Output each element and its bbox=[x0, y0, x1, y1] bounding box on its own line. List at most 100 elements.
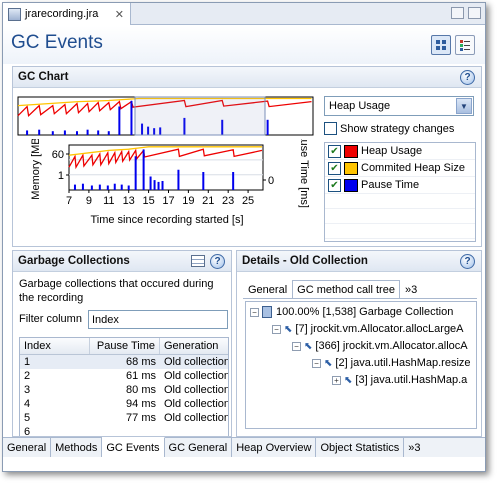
cell-pause-time: 68 ms bbox=[126, 356, 156, 368]
cell-pause-time: 80 ms bbox=[126, 384, 156, 396]
pause-time-bar bbox=[106, 185, 109, 190]
legend-checkbox[interactable]: ✔ bbox=[328, 178, 341, 192]
filter-column-input[interactable]: Index bbox=[88, 310, 228, 329]
gc-main-chart[interactable]: 7 9 11 13 15 17 19 21 23 25 60 1 0 Time since recordi… bbox=[13, 139, 313, 247]
pause-time-bar bbox=[134, 156, 137, 190]
column-header-index[interactable]: Index bbox=[20, 338, 90, 354]
cell-pause-time: 94 ms bbox=[126, 398, 156, 410]
tabs-overflow-button[interactable]: »3 bbox=[400, 281, 422, 298]
bottom-tab-bar: General Methods GC Events GC General Hea… bbox=[3, 437, 485, 457]
column-header-pause-time[interactable]: Pause Time bbox=[90, 338, 160, 354]
recording-file-icon bbox=[8, 7, 21, 21]
cell-pause-time bbox=[90, 425, 160, 436]
legend-empty-row bbox=[325, 194, 475, 209]
tab-gc-general[interactable]: GC General bbox=[165, 438, 233, 457]
pause-time-bar bbox=[81, 183, 84, 190]
gc-chart-section: GC Chart ? 7 9 11 13 15 17 19 21 23 25 60 1 0 Time si… bbox=[12, 66, 482, 247]
legend-label: Heap Usage bbox=[361, 145, 423, 157]
tab-gc-events[interactable]: GC Events bbox=[102, 437, 165, 457]
tab-gc-method-call-tree[interactable]: GC method call tree bbox=[292, 280, 400, 298]
tab-general[interactable]: General bbox=[3, 438, 52, 457]
y-tick-label: 60 bbox=[52, 149, 64, 161]
tab-heap-overview[interactable]: Heap Overview bbox=[232, 438, 317, 457]
tab-general[interactable]: General bbox=[243, 281, 292, 298]
tree-node-root[interactable]: − 100.00% [1,538] Garbage Collection bbox=[250, 304, 453, 320]
legend-item-committed-heap[interactable]: ✔ Commited Heap Size bbox=[325, 160, 475, 177]
x-tick-label: 13 bbox=[123, 195, 135, 207]
tabs-overflow-button[interactable]: »3 bbox=[404, 438, 424, 457]
table-row[interactable]: 5 77 ms Old collection bbox=[20, 411, 228, 425]
close-icon[interactable]: ✕ bbox=[115, 8, 124, 21]
cell-generation: Old collection bbox=[164, 412, 229, 424]
x-tick-label: 17 bbox=[162, 195, 174, 207]
table-view-icon[interactable] bbox=[191, 255, 205, 267]
table-row[interactable]: 4 94 ms Old collection bbox=[20, 397, 228, 411]
collapse-icon[interactable]: − bbox=[312, 358, 321, 368]
maximize-button[interactable] bbox=[468, 7, 481, 19]
tree-node[interactable]: − ⬉ [2] java.util.HashMap.resize bbox=[312, 355, 471, 371]
pause-time-bar bbox=[142, 149, 145, 190]
tree-node[interactable]: − ⬉ [366] jrockit.vm.Allocator.allocA bbox=[292, 338, 468, 354]
view-mode-list-icon[interactable] bbox=[455, 35, 475, 55]
minimize-button[interactable] bbox=[451, 7, 464, 19]
method-arrow-icon: ⬉ bbox=[304, 340, 313, 352]
pause-time-bar bbox=[73, 184, 76, 190]
legend-swatch bbox=[344, 144, 358, 158]
expand-icon[interactable]: + bbox=[332, 375, 341, 385]
x-tick-label: 25 bbox=[242, 195, 254, 207]
chart-type-select[interactable]: Heap Usage ▼ bbox=[324, 96, 474, 116]
method-arrow-icon: ⬉ bbox=[324, 357, 333, 369]
tab-methods[interactable]: Methods bbox=[51, 438, 103, 457]
chart-legend: ✔ Heap Usage ✔ Commited Heap Size ✔ Paus… bbox=[324, 142, 476, 242]
pause-time-bar bbox=[120, 184, 123, 190]
collapse-icon[interactable]: − bbox=[272, 324, 281, 334]
gc-chart-title: GC Chart bbox=[18, 71, 69, 83]
pause-time-bar bbox=[149, 176, 152, 190]
legend-swatch bbox=[344, 161, 358, 175]
view-mode-grid-icon[interactable] bbox=[431, 35, 451, 55]
pause-time-bar bbox=[177, 169, 180, 190]
legend-item-pause-time[interactable]: ✔ Pause Time bbox=[325, 177, 475, 194]
cell-pause-time: 61 ms bbox=[126, 370, 156, 382]
cell-generation: Old collection bbox=[164, 370, 229, 382]
gc-chart-header: GC Chart ? bbox=[13, 67, 481, 88]
table-row[interactable]: 2 61 ms Old collection bbox=[20, 369, 228, 383]
collapse-icon[interactable]: − bbox=[292, 341, 301, 351]
legend-checkbox[interactable]: ✔ bbox=[328, 144, 341, 158]
table-header: Index Pause Time Generation bbox=[20, 338, 228, 355]
cell-generation: Old collection bbox=[164, 384, 229, 396]
legend-swatch bbox=[344, 178, 358, 192]
pause-time-bar bbox=[266, 119, 269, 135]
table-row[interactable]: 6 bbox=[20, 425, 228, 436]
legend-label: Commited Heap Size bbox=[361, 162, 465, 174]
tree-node-label: [3] java.util.HashMap.a bbox=[355, 374, 468, 386]
strategy-changes-toggle[interactable]: Show strategy changes bbox=[324, 122, 454, 135]
pause-time-bar bbox=[130, 100, 133, 135]
editor-tab-jrarecording[interactable]: jrarecording.jra ✕ bbox=[3, 3, 131, 25]
strategy-label: Show strategy changes bbox=[340, 122, 455, 135]
overview-chart[interactable] bbox=[17, 96, 315, 138]
pause-time-bar bbox=[51, 131, 54, 135]
collapse-icon[interactable]: − bbox=[250, 307, 259, 317]
tree-node[interactable]: − ⬉ [7] jrockit.vm.Allocator.allocLargeA bbox=[272, 321, 464, 337]
pause-time-bar bbox=[153, 180, 156, 190]
table-row[interactable]: 1 68 ms Old collection bbox=[20, 355, 228, 369]
pause-time-bar bbox=[97, 130, 100, 135]
legend-item-heap-usage[interactable]: ✔ Heap Usage bbox=[325, 143, 475, 160]
details-header: Details - Old Collection ? bbox=[237, 251, 481, 272]
tree-node[interactable]: + ⬉ [3] java.util.HashMap.a bbox=[332, 372, 467, 388]
strategy-checkbox[interactable] bbox=[324, 122, 337, 135]
help-icon[interactable]: ? bbox=[210, 254, 225, 269]
table-row[interactable]: 3 80 ms Old collection bbox=[20, 383, 228, 397]
help-icon[interactable]: ? bbox=[460, 70, 475, 85]
tab-object-statistics[interactable]: Object Statistics bbox=[316, 438, 405, 457]
help-icon[interactable]: ? bbox=[460, 254, 475, 269]
editor-tab-bar: jrarecording.jra ✕ bbox=[3, 3, 485, 25]
chart-type-value: Heap Usage bbox=[329, 100, 391, 112]
call-tree: − 100.00% [1,538] Garbage Collection − ⬉… bbox=[245, 301, 477, 429]
cell-pause-time: 77 ms bbox=[126, 412, 156, 424]
legend-checkbox[interactable]: ✔ bbox=[328, 161, 341, 175]
column-header-generation[interactable]: Generation bbox=[160, 338, 228, 354]
pause-time-bar bbox=[90, 185, 93, 190]
tree-node-label: [2] java.util.HashMap.resize bbox=[335, 357, 471, 369]
